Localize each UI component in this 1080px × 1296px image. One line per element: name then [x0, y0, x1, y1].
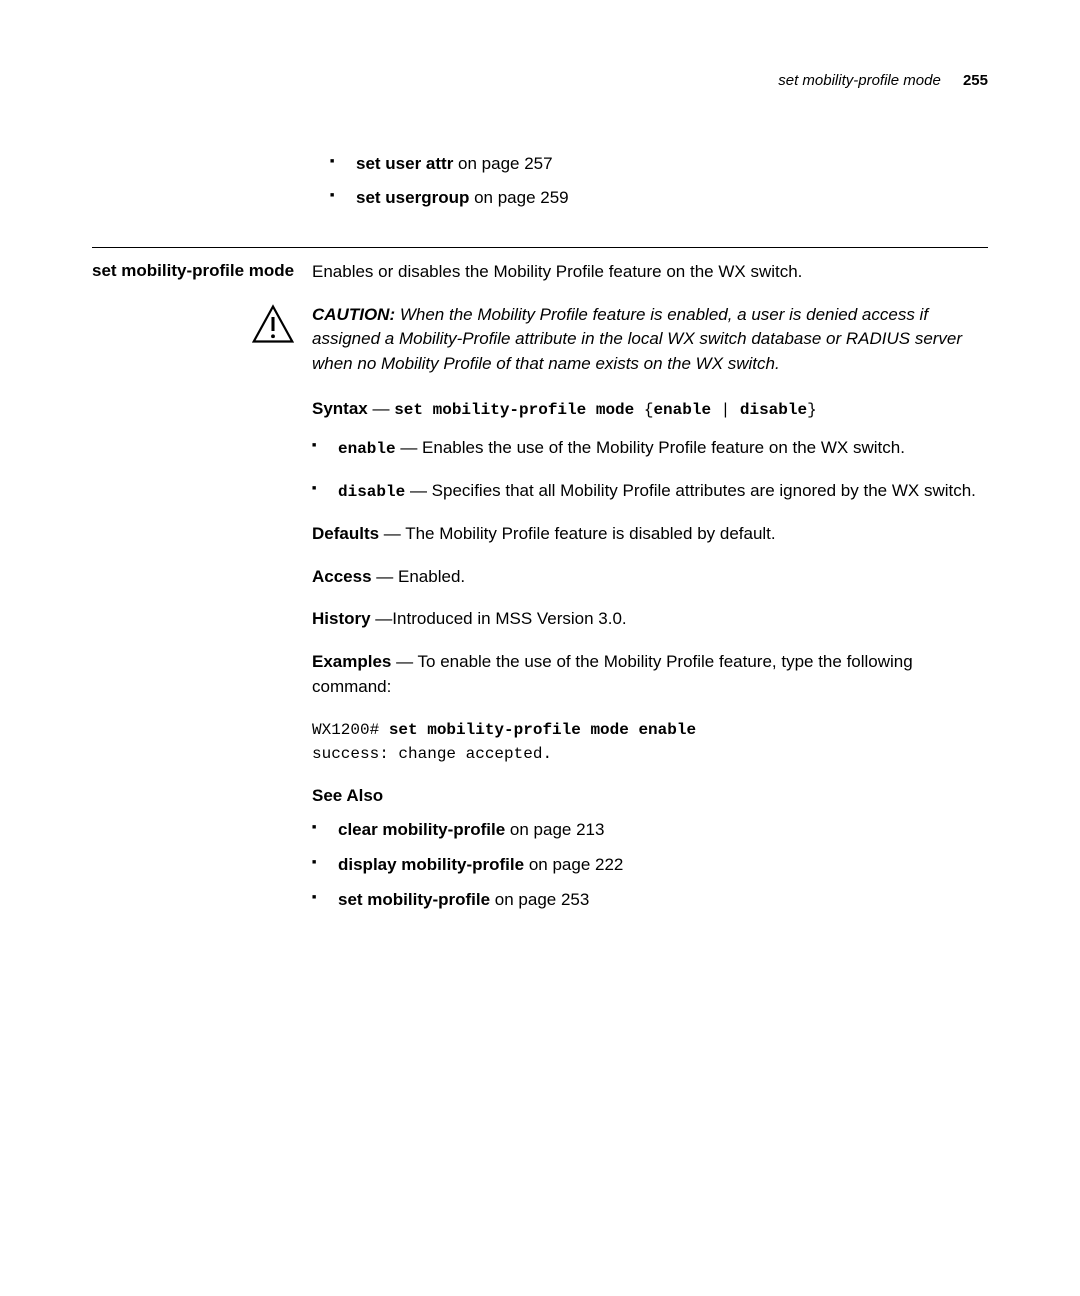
- caution-block: CAUTION: When the Mobility Profile featu…: [252, 303, 988, 377]
- syntax-brace: {: [634, 401, 653, 419]
- list-item: enable — Enables the use of the Mobility…: [312, 436, 988, 461]
- example-output: success: change accepted.: [312, 743, 988, 766]
- defaults-body: — The Mobility Profile feature is disabl…: [379, 524, 776, 543]
- access-label: Access: [312, 567, 372, 586]
- section-divider: [92, 247, 988, 248]
- example-cmd: set mobility-profile mode enable: [389, 721, 696, 739]
- header-page-number: 255: [963, 72, 988, 89]
- history-para: History —Introduced in MSS Version 3.0.: [312, 607, 988, 632]
- defaults-para: Defaults — The Mobility Profile feature …: [312, 522, 988, 547]
- ref-page: on page 259: [469, 188, 568, 207]
- syntax-dash: —: [368, 399, 394, 418]
- examples-body: — To enable the use of the Mobility Prof…: [312, 652, 913, 696]
- ref-page: on page 213: [505, 820, 604, 839]
- caution-icon: [252, 303, 294, 345]
- syntax-cmd: set mobility-profile mode: [394, 401, 634, 419]
- list-item: disable — Specifies that all Mobility Pr…: [312, 479, 988, 504]
- page-header: set mobility-profile mode 255: [92, 70, 988, 92]
- syntax-opt2: disable: [740, 401, 807, 419]
- access-para: Access — Enabled.: [312, 565, 988, 590]
- command-section: set mobility-profile mode Enables or dis…: [92, 260, 988, 922]
- syntax-opt1: enable: [653, 401, 711, 419]
- see-also-heading: See Also: [312, 784, 988, 809]
- option-code: disable: [338, 483, 405, 501]
- example-command-line: WX1200# set mobility-profile mode enable: [312, 717, 988, 742]
- syntax-pipe: |: [711, 401, 740, 419]
- option-code: enable: [338, 440, 396, 458]
- example-prompt: WX1200#: [312, 721, 389, 739]
- ref-name: set usergroup: [356, 188, 469, 207]
- ref-page: on page 253: [490, 890, 589, 909]
- caution-label: CAUTION:: [312, 305, 395, 324]
- list-item: set mobility-profile on page 253: [312, 888, 988, 913]
- ref-name: set user attr: [356, 154, 453, 173]
- ref-name: set mobility-profile: [338, 890, 490, 909]
- list-item: set user attr on page 257: [330, 152, 988, 177]
- see-also-list: clear mobility-profile on page 213 displ…: [312, 818, 988, 912]
- section-heading: set mobility-profile mode: [92, 260, 312, 282]
- ref-name: display mobility-profile: [338, 855, 524, 874]
- section-body: Enables or disables the Mobility Profile…: [312, 260, 988, 922]
- examples-para: Examples — To enable the use of the Mobi…: [312, 650, 988, 699]
- caution-body: When the Mobility Profile feature is ena…: [312, 305, 962, 373]
- header-title: set mobility-profile mode: [778, 72, 941, 89]
- defaults-label: Defaults: [312, 524, 379, 543]
- page-content: set mobility-profile mode 255 set user a…: [0, 0, 1080, 922]
- history-body: —Introduced in MSS Version 3.0.: [371, 609, 627, 628]
- option-desc: — Enables the use of the Mobility Profil…: [396, 438, 905, 457]
- history-label: History: [312, 609, 371, 628]
- examples-label: Examples: [312, 652, 391, 671]
- ref-name: clear mobility-profile: [338, 820, 505, 839]
- syntax-brace: }: [807, 401, 817, 419]
- example-block: WX1200# set mobility-profile mode enable…: [312, 717, 988, 765]
- option-list: enable — Enables the use of the Mobility…: [312, 436, 988, 504]
- access-body: — Enabled.: [372, 567, 466, 586]
- list-item: display mobility-profile on page 222: [312, 853, 988, 878]
- intro-text: Enables or disables the Mobility Profile…: [312, 260, 988, 285]
- syntax-label: Syntax: [312, 399, 368, 418]
- ref-page: on page 257: [453, 154, 552, 173]
- syntax-line: Syntax — set mobility-profile mode {enab…: [312, 397, 988, 422]
- option-desc: — Specifies that all Mobility Profile at…: [405, 481, 976, 500]
- ref-page: on page 222: [524, 855, 623, 874]
- list-item: set usergroup on page 259: [330, 186, 988, 211]
- list-item: clear mobility-profile on page 213: [312, 818, 988, 843]
- top-cross-references: set user attr on page 257 set usergroup …: [330, 152, 988, 211]
- caution-text: CAUTION: When the Mobility Profile featu…: [312, 303, 988, 377]
